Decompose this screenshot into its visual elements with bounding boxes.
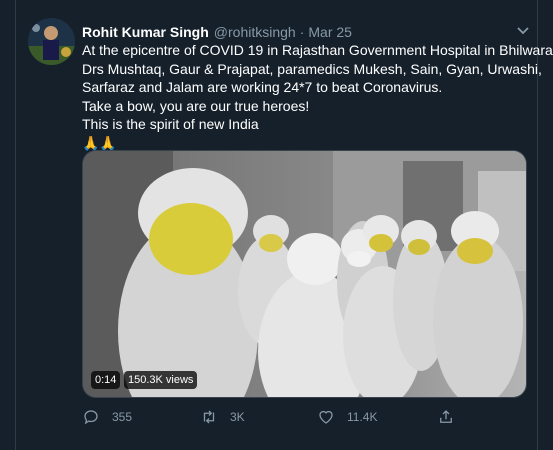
reply-button[interactable]: 355 — [82, 405, 132, 429]
tweet-header: Rohit Kumar Singh @rohitksingh · Mar 25 — [82, 22, 523, 42]
retweet-icon — [203, 410, 215, 424]
separator-dot: · — [299, 24, 305, 40]
video-player[interactable]: 0:14 150.3K views — [82, 150, 527, 398]
tweet-actions: 355 3K 11.4K — [82, 405, 482, 429]
retweet-count: 3K — [230, 410, 245, 424]
tweet-text-line: At the epicentre of COVID 19 in Rajastha… — [82, 42, 553, 58]
avatar[interactable] — [28, 18, 75, 65]
tweet-text-line: This is the spirit of new India — [82, 116, 259, 132]
chevron-down-icon[interactable] — [515, 22, 531, 38]
reply-count: 355 — [112, 410, 133, 424]
share-icon — [440, 410, 452, 423]
reply-icon — [84, 410, 98, 425]
like-button[interactable]: 11.4K — [317, 405, 377, 429]
retweet-button[interactable]: 3K — [200, 405, 245, 429]
heart-icon — [319, 410, 333, 424]
tweet-text-line: Sarfaraz and Jalam are working 24*7 to b… — [82, 79, 443, 95]
like-count: 11.4K — [347, 410, 378, 424]
tweet-date[interactable]: Mar 25 — [308, 24, 352, 40]
video-frame — [83, 151, 526, 397]
tweet-text-line: Take a bow, you are our true heroes! — [82, 97, 310, 114]
author-name[interactable]: Rohit Kumar Singh — [82, 24, 209, 40]
share-button[interactable] — [437, 405, 467, 429]
video-duration-badge: 0:14 — [91, 371, 121, 389]
tweet-text-line: Drs Mushtaq, Gaur & Prajapat, paramedics… — [82, 60, 542, 77]
author-handle[interactable]: @rohitksingh — [214, 24, 296, 40]
video-views-badge: 150.3K views — [124, 371, 198, 389]
tweet-text: At the epicentre of COVID 19 in Rajastha… — [82, 41, 553, 152]
